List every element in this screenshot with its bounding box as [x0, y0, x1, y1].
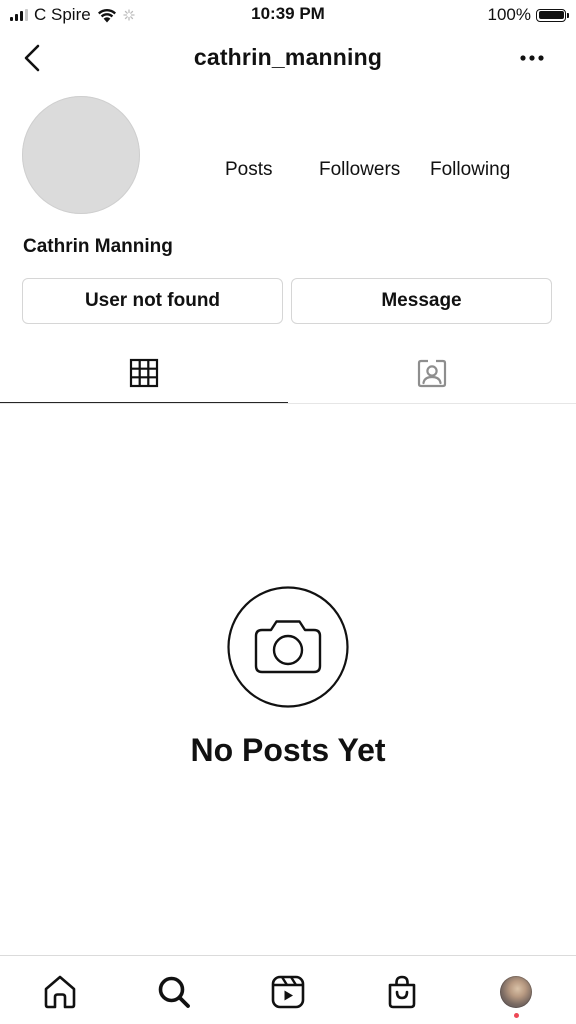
tagged-person-icon	[417, 359, 447, 388]
nav-shop[interactable]	[382, 972, 422, 1012]
battery-percent: 100%	[487, 5, 531, 24]
status-right: 100%	[487, 4, 569, 26]
stat-followers-label: Followers	[319, 159, 401, 180]
nav-home[interactable]	[40, 972, 80, 1012]
grid-icon	[129, 358, 159, 388]
battery-icon	[536, 8, 569, 22]
profile-tabs	[0, 340, 576, 404]
display-name: Cathrin Manning	[23, 236, 173, 257]
stat-posts[interactable]: Posts	[225, 159, 273, 181]
nav-search[interactable]	[154, 972, 194, 1012]
profile-header: cathrin_manning	[0, 32, 576, 86]
notification-dot	[514, 1013, 519, 1018]
camera-icon	[227, 586, 349, 708]
shop-icon	[388, 975, 416, 1009]
stat-followers[interactable]: Followers	[319, 159, 400, 181]
home-icon	[44, 975, 76, 1009]
search-icon	[158, 976, 190, 1008]
stat-posts-label: Posts	[225, 159, 273, 180]
status-bar: C Spire 10:39 PM 100%	[0, 0, 576, 30]
nav-reels[interactable]	[268, 972, 308, 1012]
tab-posts-grid[interactable]	[0, 340, 288, 404]
profile-avatar[interactable]	[22, 96, 140, 214]
more-horizontal-icon	[520, 55, 544, 61]
empty-state-title: No Posts Yet	[190, 732, 386, 768]
bottom-navigation	[0, 955, 576, 1024]
stat-following[interactable]: Following	[430, 159, 510, 181]
profile-avatar-thumbnail	[500, 976, 532, 1008]
nav-profile[interactable]	[496, 972, 536, 1018]
tabs-divider	[0, 403, 576, 404]
user-not-found-button[interactable]: User not found	[22, 278, 283, 324]
reels-icon	[271, 975, 305, 1009]
message-button[interactable]: Message	[291, 278, 552, 324]
page-title-username: cathrin_manning	[193, 44, 383, 70]
tab-tagged[interactable]	[288, 340, 576, 404]
more-options-button[interactable]	[516, 46, 548, 70]
stat-following-label: Following	[430, 159, 511, 180]
